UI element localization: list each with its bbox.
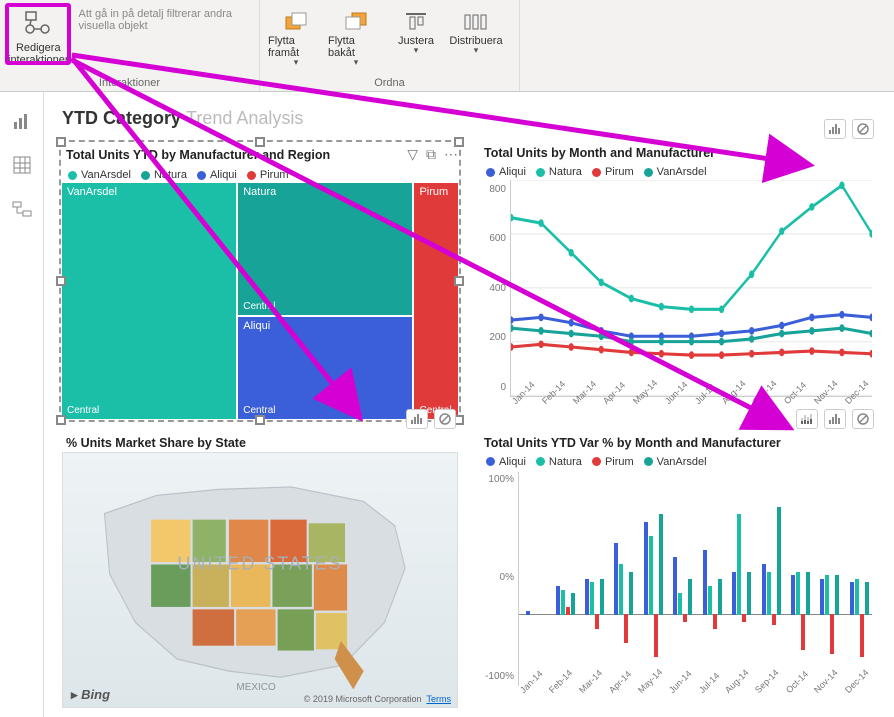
none-interaction-icon[interactable] <box>434 409 456 429</box>
report-view-icon[interactable] <box>11 110 33 132</box>
interaction-controls <box>824 119 874 139</box>
linechart-title: Total Units by Month and Manufacturer <box>480 143 876 162</box>
filter-icon[interactable]: ▽ <box>407 146 418 163</box>
data-view-icon[interactable] <box>11 154 33 176</box>
ribbon-group-arrange-label: Ordna <box>268 75 511 89</box>
linechart-legend: Aliqui Natura Pirum VanArsdel <box>480 162 876 180</box>
focus-mode-icon[interactable]: ⧉ <box>426 146 436 163</box>
ribbon: Redigera interaktioner Att gå in på deta… <box>0 0 894 92</box>
filter-interaction-icon[interactable] <box>824 119 846 139</box>
bring-forward-button[interactable]: Flytta framåt▾ <box>268 6 324 68</box>
none-interaction-icon[interactable] <box>852 119 874 139</box>
treemap-body[interactable]: VanArsdel Central Natura Central Aliqui … <box>62 183 458 419</box>
edit-interactions-icon <box>22 8 54 40</box>
treemap-visual[interactable]: Total Units YTD by Manufacturer and Regi… <box>62 143 458 419</box>
page-title: YTD Category Trend Analysis <box>62 108 876 129</box>
send-backward-button[interactable]: Flytta bakåt▾ <box>328 6 384 68</box>
highlight-interaction-icon[interactable] <box>796 409 818 429</box>
view-switcher <box>0 92 44 717</box>
barchart-title: Total Units YTD Var % by Month and Manuf… <box>480 433 876 452</box>
linechart-body[interactable]: 8006004002000 Jan-14Feb-14Mar-14Apr-14Ma… <box>480 180 876 419</box>
drill-hint-text: Att gå in på detalj filtrerar andra visu… <box>73 4 251 36</box>
linechart-visual[interactable]: Total Units by Month and Manufacturer Al… <box>480 143 876 419</box>
edit-interactions-button[interactable]: Redigera interaktioner <box>8 4 69 66</box>
report-canvas: YTD Category Trend Analysis Total Units … <box>44 92 894 717</box>
map-title: % Units Market Share by State <box>62 433 458 452</box>
barchart-legend: Aliqui Natura Pirum VanArsdel <box>480 452 876 470</box>
edit-interactions-label: Redigera interaktioner <box>8 42 69 66</box>
filter-interaction-icon[interactable] <box>406 409 428 429</box>
map-attribution: © 2019 Microsoft Corporation Terms <box>304 694 451 704</box>
model-view-icon[interactable] <box>11 198 33 220</box>
map-body[interactable]: UNITED STATES MEXICO ▸ Bing © 2019 Micro… <box>62 452 458 709</box>
more-options-icon[interactable]: ⋯ <box>444 146 458 163</box>
filter-interaction-icon[interactable] <box>824 409 846 429</box>
distribute-button[interactable]: Distribuera▾ <box>448 6 504 68</box>
treemap-title: Total Units YTD by Manufacturer and Regi… <box>62 145 334 164</box>
bing-logo: ▸ Bing <box>71 687 110 703</box>
none-interaction-icon[interactable] <box>852 409 874 429</box>
barchart-visual[interactable]: Total Units YTD Var % by Month and Manuf… <box>480 433 876 709</box>
map-terms-link[interactable]: Terms <box>427 694 452 704</box>
map-country-label: UNITED STATES <box>177 554 342 575</box>
align-button[interactable]: Justera▾ <box>388 6 444 68</box>
map-visual[interactable]: % Units Market Share by State <box>62 433 458 709</box>
barchart-body[interactable]: 100%0%-100% Jan-14Feb-14Mar-14Apr-14May-… <box>480 470 876 709</box>
treemap-legend: VanArsdel Natura Aliqui Pirum <box>62 165 458 183</box>
ribbon-group-interactions-label: Interaktioner <box>8 75 251 89</box>
